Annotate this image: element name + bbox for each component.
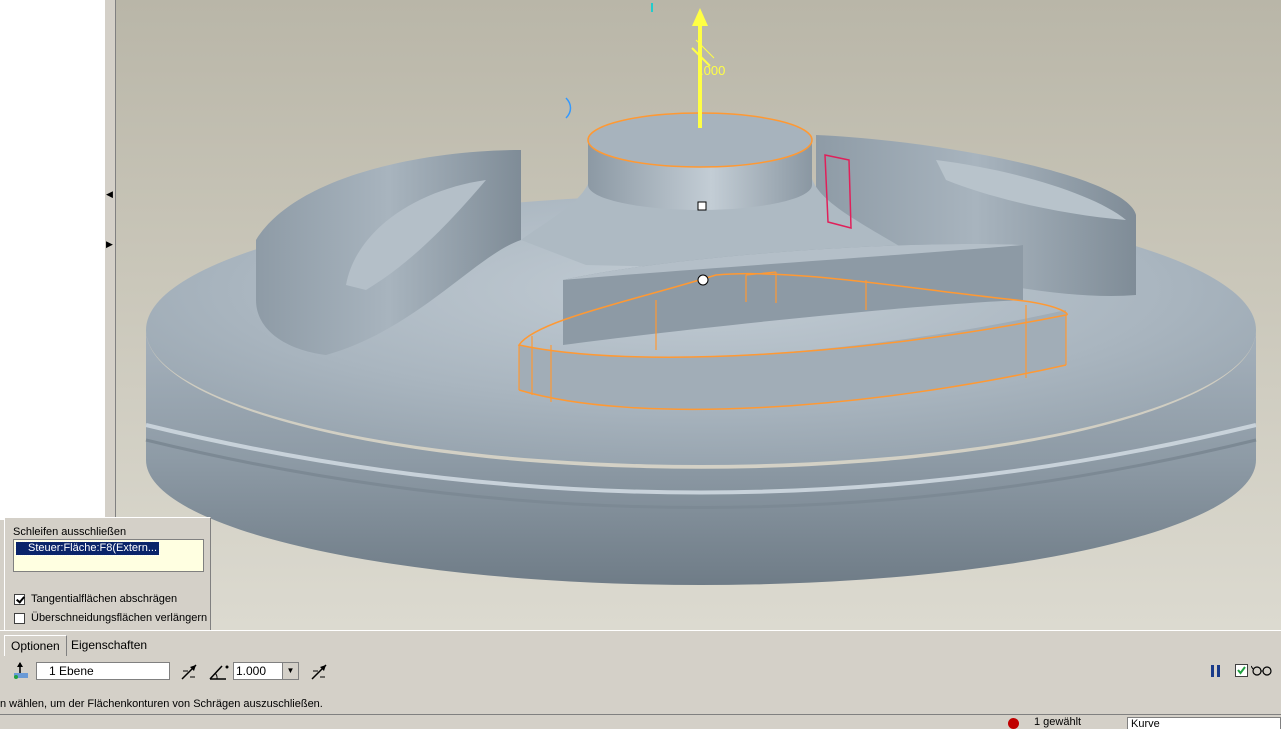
loop-list-item[interactable]: Steuer:Fläche:F8(Extern... <box>15 541 160 556</box>
blue-arc-marker <box>565 97 572 119</box>
extend-label: Überschneidungsflächen verlängern <box>31 612 208 624</box>
flip-pull-icon[interactable] <box>178 661 200 683</box>
reference-field[interactable]: 1 Ebene <box>36 662 170 680</box>
apply-check-icon[interactable] <box>1234 663 1248 677</box>
tangent-option[interactable]: Tangentialflächen abschrägen <box>14 593 177 605</box>
extend-checkbox[interactable] <box>14 612 25 624</box>
dashboard-tabs: Optionen Eigenschaften <box>0 630 1281 657</box>
dimension-label[interactable]: .000 <box>700 63 725 78</box>
tangent-checkbox[interactable] <box>14 593 25 605</box>
flip-angle-icon[interactable] <box>308 661 330 683</box>
angle-icon[interactable] <box>208 661 230 683</box>
dashboard-toolbar: 1 Ebene 1.000 ▼ <box>0 656 1281 688</box>
message-line: n wählen, um der Flächenkonturen von Sch… <box>0 698 323 710</box>
tab-eigenschaften[interactable]: Eigenschaften <box>65 635 153 655</box>
record-icon <box>1008 718 1019 729</box>
graphics-viewport[interactable]: .000 <box>116 0 1281 630</box>
angle-combo[interactable]: 1.000 ▼ <box>233 662 299 680</box>
options-panel: Schleifen ausschließen Steuer:Fläche:F8(… <box>4 517 211 630</box>
round-drag-handle <box>697 274 709 286</box>
exclude-loops-title: Schleifen ausschließen <box>13 526 127 538</box>
chevron-down-icon[interactable]: ▼ <box>282 663 298 679</box>
selection-filter[interactable]: Kurve <box>1127 717 1281 729</box>
collapse-left-icon[interactable]: ◀ <box>106 190 113 199</box>
model-tree-panel[interactable] <box>0 0 105 520</box>
preview-glasses-icon[interactable] <box>1251 663 1273 677</box>
expand-right-icon[interactable]: ▶ <box>106 240 113 249</box>
square-drag-handle <box>697 201 707 211</box>
panel-sash[interactable]: ◀ ▶ <box>104 0 116 520</box>
extend-option[interactable]: Überschneidungsflächen verlängern <box>14 612 207 624</box>
tangent-label: Tangentialflächen abschrägen <box>31 593 178 605</box>
draft-hinge-icon[interactable] <box>10 660 32 682</box>
exclude-loops-list[interactable]: Steuer:Fläche:F8(Extern... <box>13 539 204 572</box>
selection-count: 1 gewählt <box>1034 716 1082 728</box>
pause-icon[interactable] <box>1208 662 1224 680</box>
status-bar: 1 gewählt Kurve <box>0 714 1281 729</box>
tab-optionen[interactable]: Optionen <box>4 635 67 656</box>
model-graphics[interactable] <box>116 0 1281 630</box>
angle-value: 1.000 <box>236 664 267 678</box>
